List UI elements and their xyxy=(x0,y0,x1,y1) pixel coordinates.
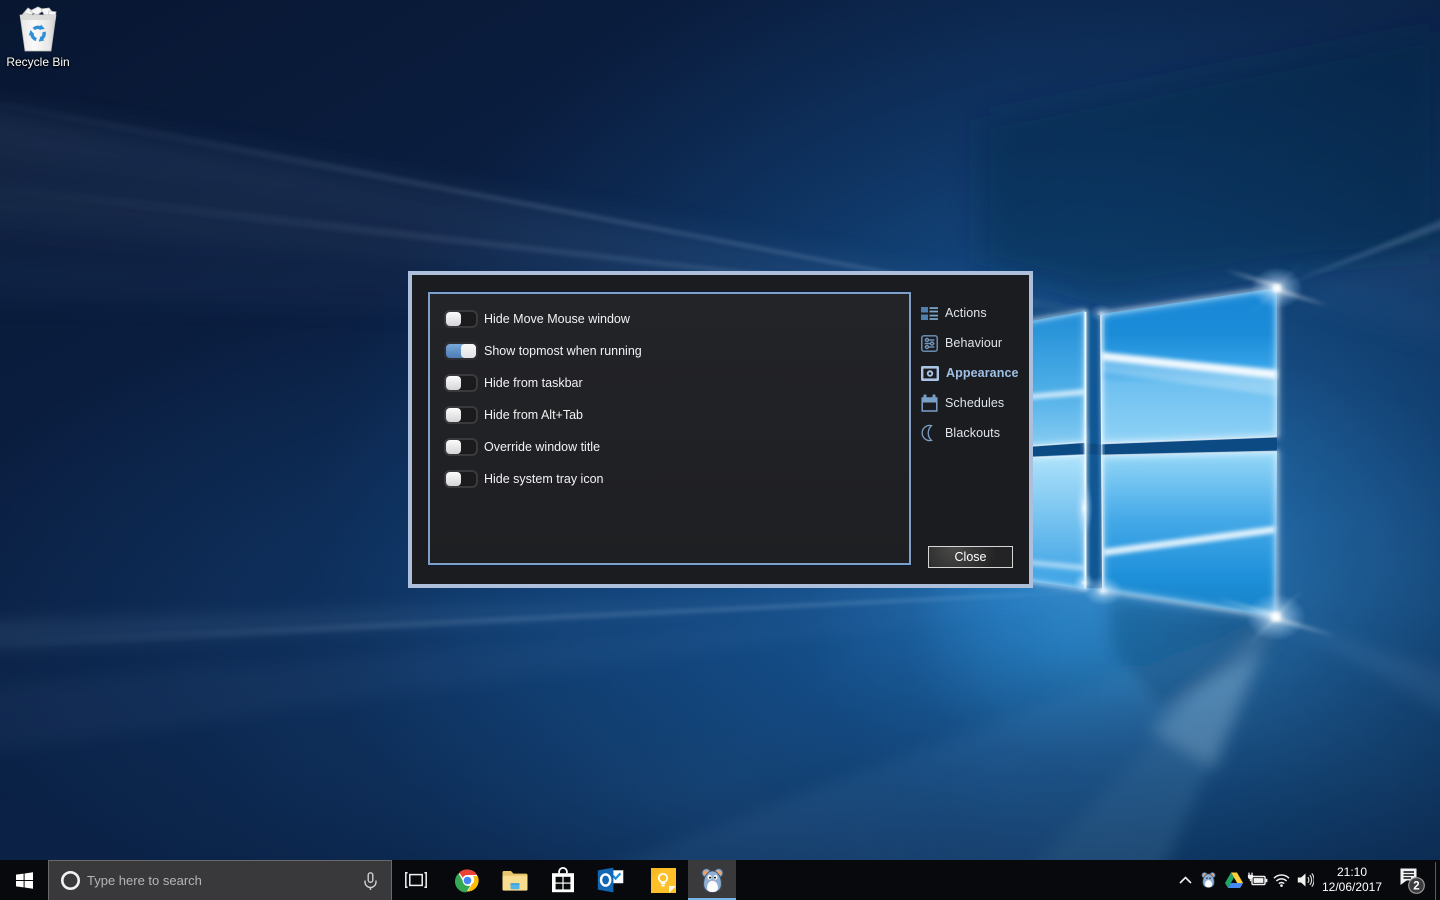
svg-text:2: 2 xyxy=(1413,880,1419,892)
